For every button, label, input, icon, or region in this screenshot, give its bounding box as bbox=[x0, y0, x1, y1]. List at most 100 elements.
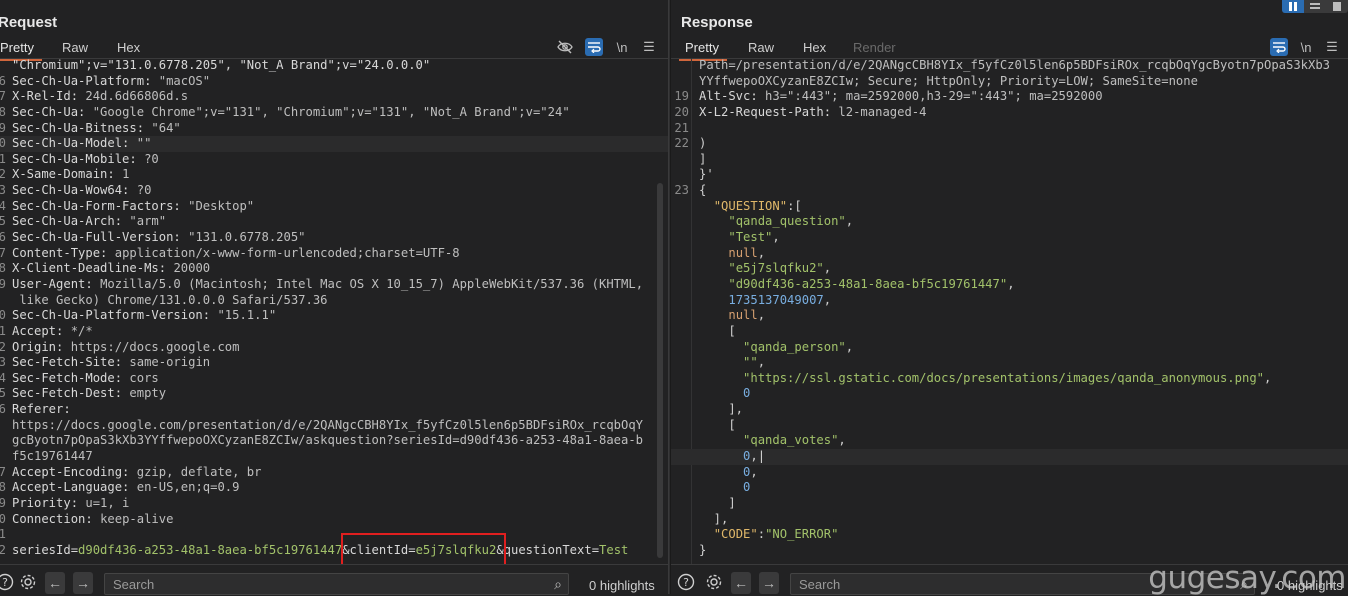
line-content: Accept-Language: en-US,en;q=0.9 bbox=[12, 480, 239, 496]
code-token: : bbox=[757, 527, 766, 542]
eye-slash-icon[interactable] bbox=[556, 38, 574, 56]
newline-toggle[interactable]: \n bbox=[1297, 38, 1315, 56]
line-number: 5 bbox=[0, 214, 6, 229]
code-line: "qanda_person", bbox=[671, 340, 1348, 356]
header-name: Accept: bbox=[12, 323, 71, 338]
line-content: like Gecko) Chrome/131.0.0.0 Safari/537.… bbox=[12, 293, 327, 309]
settings-gear-icon[interactable] bbox=[705, 573, 723, 591]
code-line: 1 bbox=[0, 527, 669, 543]
line-content: 1735137049007, bbox=[699, 293, 831, 309]
response-search-input[interactable] bbox=[791, 574, 1201, 595]
code-line: 1 Sec-Ch-Ua-Mobile: ?0 bbox=[0, 152, 669, 168]
code-line: 20 X-L2-Request-Path: l2-managed-4 bbox=[671, 105, 1348, 121]
wrap-lines-icon[interactable] bbox=[585, 38, 603, 56]
code-line: null, bbox=[671, 246, 1348, 262]
body-token: = bbox=[70, 542, 79, 557]
body-token: seriesId bbox=[12, 542, 71, 557]
code-token: l2-managed-4 bbox=[838, 104, 927, 119]
header-value: en-US,en;q=0.9 bbox=[136, 480, 240, 495]
header-name: Sec-Ch-Ua-Arch: bbox=[12, 214, 130, 229]
line-number: 7 bbox=[0, 245, 6, 260]
request-tab-hex[interactable]: Hex bbox=[117, 40, 140, 55]
code-line: 8 Sec-Ch-Ua: "Google Chrome";v="131", "Ch… bbox=[0, 105, 669, 121]
line-content: 0 bbox=[699, 386, 750, 402]
header-name: Referer: bbox=[12, 402, 79, 417]
header-value: gzip, deflate, br bbox=[136, 464, 262, 479]
code-token: 0 bbox=[743, 480, 751, 495]
help-icon[interactable]: ? bbox=[0, 573, 14, 591]
request-scrollbar[interactable] bbox=[657, 183, 663, 558]
header-value: "Desktop" bbox=[188, 198, 255, 213]
help-icon[interactable]: ? bbox=[677, 573, 695, 591]
code-token: "Test" bbox=[728, 230, 773, 245]
code-token: "CODE" bbox=[713, 527, 758, 542]
svg-text:?: ? bbox=[2, 576, 8, 589]
line-content: Content-Type: application/x-www-form-url… bbox=[12, 246, 460, 262]
code-line: "qanda_question", bbox=[671, 214, 1348, 230]
line-number: 6 bbox=[0, 73, 6, 88]
code-line: 21 bbox=[671, 121, 1348, 137]
line-content: Path=/presentation/d/e/2QANgcCBH8YIx_f5y… bbox=[699, 58, 1330, 74]
code-line: 23 { bbox=[671, 183, 1348, 199]
header-value: "arm" bbox=[129, 214, 167, 229]
line-content: "qanda_person", bbox=[699, 340, 853, 356]
header-name: Sec-Fetch-Mode: bbox=[12, 370, 130, 385]
layout-single-icon[interactable] bbox=[1326, 0, 1348, 13]
code-line: 2 Origin: https://docs.google.com bbox=[0, 340, 669, 356]
hamburger-menu-icon[interactable]: ☰ bbox=[640, 38, 658, 56]
request-editor[interactable]: "Chromium";v="131.0.6778.205", "Not_A Br… bbox=[0, 58, 669, 564]
header-value: "131.0.6778.205" bbox=[188, 230, 306, 245]
line-content: X-L2-Request-Path: l2-managed-4 bbox=[699, 105, 926, 121]
line-content: 0,| bbox=[699, 449, 765, 465]
request-search-input[interactable] bbox=[105, 574, 515, 595]
newline-toggle[interactable]: \n bbox=[613, 38, 631, 56]
code-token: X-L2-Request-Path: bbox=[699, 104, 839, 119]
code-token: } bbox=[699, 542, 707, 557]
forward-arrow-icon[interactable]: → bbox=[759, 572, 779, 594]
header-name: X-Client-Deadline-Ms: bbox=[12, 261, 174, 276]
code-token: "e5j7slqfku2" bbox=[728, 261, 824, 276]
back-arrow-icon[interactable]: ← bbox=[731, 572, 751, 594]
header-value: ?0 bbox=[144, 151, 159, 166]
hamburger-menu-icon[interactable]: ☰ bbox=[1323, 38, 1341, 56]
code-line: gcByotn7pOpaS3kXb3YYffwepoOXCyzanE8ZCIw/… bbox=[0, 433, 669, 449]
forward-arrow-icon[interactable]: → bbox=[73, 572, 93, 594]
header-name: Origin: bbox=[12, 339, 71, 354]
response-tab-hex[interactable]: Hex bbox=[803, 40, 826, 55]
settings-gear-icon[interactable] bbox=[19, 573, 37, 591]
request-tab-raw[interactable]: Raw bbox=[62, 40, 88, 55]
code-token: }' bbox=[699, 167, 714, 182]
line-content: "d90df436-a253-48a1-8aea-bf5c19761447", bbox=[699, 277, 1014, 293]
response-footer: ? ← → ⌕ 0 highlights bbox=[671, 564, 1348, 595]
line-number: 6 bbox=[0, 230, 6, 245]
response-editor[interactable]: Path=/presentation/d/e/2QANgcCBH8YIx_f5y… bbox=[671, 58, 1348, 564]
code-line: } bbox=[671, 543, 1348, 559]
line-content: "QUESTION":[ bbox=[699, 199, 802, 215]
code-line: "", bbox=[671, 355, 1348, 371]
line-number: 3 bbox=[0, 355, 6, 370]
code-line: Path=/presentation/d/e/2QANgcCBH8YIx_f5y… bbox=[671, 58, 1348, 74]
back-arrow-icon[interactable]: ← bbox=[45, 572, 65, 594]
line-content: Origin: https://docs.google.com bbox=[12, 340, 239, 356]
line-number: 8 bbox=[0, 480, 6, 495]
code-line: ], bbox=[671, 512, 1348, 528]
header-name: Sec-Ch-Ua-Bitness: bbox=[12, 120, 152, 135]
code-token: "qanda_person" bbox=[743, 339, 846, 354]
code-line: 2 X-Same-Domain: 1 bbox=[0, 167, 669, 183]
line-number: 9 bbox=[0, 276, 6, 291]
search-icon[interactable]: ⌕ bbox=[1240, 576, 1248, 593]
response-tab-pretty[interactable]: Pretty bbox=[679, 40, 727, 61]
request-tab-pretty[interactable]: Pretty bbox=[0, 40, 42, 61]
layout-stacked-icon[interactable] bbox=[1304, 0, 1326, 13]
search-icon[interactable]: ⌕ bbox=[554, 576, 562, 593]
code-line: YYffwepoOXCyzanE8ZCIw; Secure; HttpOnly;… bbox=[671, 74, 1348, 90]
code-line: f5c19761447 bbox=[0, 449, 669, 465]
layout-side-by-side-icon[interactable] bbox=[1282, 0, 1304, 13]
response-tab-raw[interactable]: Raw bbox=[748, 40, 774, 55]
wrap-lines-icon[interactable] bbox=[1270, 38, 1288, 56]
code-token: ] bbox=[699, 151, 707, 166]
line-number: 8 bbox=[0, 104, 6, 119]
line-content: Sec-Ch-Ua-Form-Factors: "Desktop" bbox=[12, 199, 254, 215]
